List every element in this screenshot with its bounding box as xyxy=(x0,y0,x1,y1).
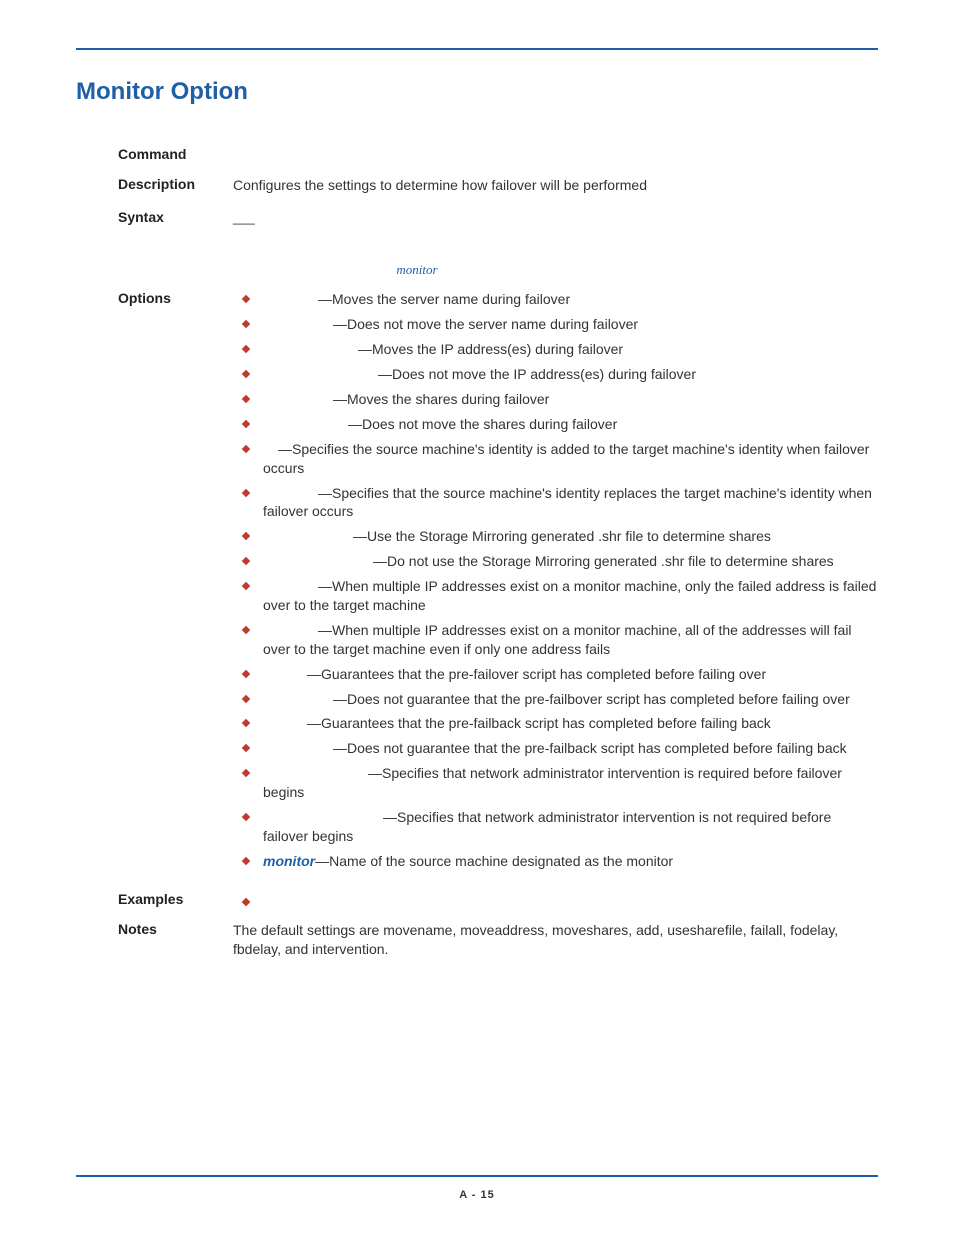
diamond-bullet-icon xyxy=(242,769,250,777)
diamond-bullet-icon xyxy=(242,445,250,453)
examples-value xyxy=(233,891,878,907)
options-list: —Moves the server name during failover —D… xyxy=(233,290,878,870)
option-item: —Does not move the shares during failove… xyxy=(233,415,878,434)
option-text: —Does not guarantee that the pre-failbov… xyxy=(263,690,878,709)
examples-label: Examples xyxy=(76,891,233,907)
option-text: —Moves the IP address(es) during failove… xyxy=(263,340,878,359)
description-value: Configures the settings to determine how… xyxy=(233,176,878,195)
option-text: —Use the Storage Mirroring generated .sh… xyxy=(263,527,878,546)
option-text: —Specifies that network administrator in… xyxy=(263,764,878,802)
description-label: Description xyxy=(76,176,233,195)
diamond-bullet-icon xyxy=(242,557,250,565)
option-item: —Specifies that network administrator in… xyxy=(233,808,878,846)
diamond-bullet-icon xyxy=(242,420,250,428)
diamond-bullet-icon xyxy=(242,320,250,328)
diamond-bullet-icon xyxy=(242,370,250,378)
options-label: Options xyxy=(76,290,233,876)
diamond-bullet-icon xyxy=(242,744,250,752)
option-text: —Guarantees that the pre-failback script… xyxy=(263,714,878,733)
top-rule xyxy=(76,48,878,50)
options-value: —Moves the server name during failover —D… xyxy=(233,290,878,876)
option-item: —Specifies the source machine's identity… xyxy=(233,440,878,478)
option-item: —Does not guarantee that the pre-failbov… xyxy=(233,690,878,709)
option-text: —Moves the server name during failover xyxy=(263,290,878,309)
examples-row: Examples xyxy=(76,891,878,907)
notes-value: The default settings are movename, movea… xyxy=(233,921,878,959)
option-text: —When multiple IP addresses exist on a m… xyxy=(263,577,878,615)
option-text: —Does not move the server name during fa… xyxy=(263,315,878,334)
option-text: —Specifies that network administrator in… xyxy=(263,808,878,846)
option-item: —Guarantees that the pre-failover script… xyxy=(233,665,878,684)
notes-label: Notes xyxy=(76,921,233,959)
diamond-bullet-icon xyxy=(242,582,250,590)
diamond-bullet-icon xyxy=(242,669,250,677)
option-item: —Do not use the Storage Mirroring genera… xyxy=(233,552,878,571)
option-item: —Does not move the server name during fa… xyxy=(233,315,878,334)
syntax-secondary: monitor xyxy=(76,262,878,278)
diamond-bullet-icon xyxy=(242,897,250,905)
option-item: —Moves the shares during failover xyxy=(233,390,878,409)
option-text: —When multiple IP addresses exist on a m… xyxy=(263,621,878,659)
option-text: —Specifies that the source machine's ide… xyxy=(263,484,878,522)
option-text: —Does not guarantee that the pre-failbac… xyxy=(263,739,878,758)
diamond-bullet-icon xyxy=(242,395,250,403)
syntax-row: Syntax ___ xyxy=(76,209,878,227)
option-prefix: monitor xyxy=(263,853,315,869)
diamond-bullet-icon xyxy=(242,532,250,540)
options-row: Options —Moves the server name during fa… xyxy=(76,290,878,876)
option-item: —Moves the server name during failover xyxy=(233,290,878,309)
diamond-bullet-icon xyxy=(242,813,250,821)
option-item: —Specifies that network administrator in… xyxy=(233,764,878,802)
option-text: —Guarantees that the pre-failover script… xyxy=(263,665,878,684)
diamond-bullet-icon xyxy=(242,719,250,727)
syntax-value: ___ xyxy=(233,209,878,227)
command-value xyxy=(233,146,878,162)
page-number: A - 15 xyxy=(0,1189,954,1201)
option-text: —Moves the shares during failover xyxy=(263,390,878,409)
syntax-label: Syntax xyxy=(76,209,233,227)
diamond-bullet-icon xyxy=(242,694,250,702)
option-item: —Specifies that the source machine's ide… xyxy=(233,484,878,522)
description-row: Description Configures the settings to d… xyxy=(76,176,878,195)
option-text: —Does not move the shares during failove… xyxy=(263,415,878,434)
diamond-bullet-icon xyxy=(242,626,250,634)
option-item: —When multiple IP addresses exist on a m… xyxy=(233,577,878,615)
diamond-bullet-icon xyxy=(242,488,250,496)
option-item: —When multiple IP addresses exist on a m… xyxy=(233,621,878,659)
option-item: —Moves the IP address(es) during failove… xyxy=(233,340,878,359)
page-title: Monitor Option xyxy=(76,78,878,106)
option-text: —Specifies the source machine's identity… xyxy=(263,440,878,478)
command-label: Command xyxy=(76,146,233,162)
notes-row: Notes The default settings are movename,… xyxy=(76,921,878,959)
diamond-bullet-icon xyxy=(242,345,250,353)
option-item: monitor—Name of the source machine desig… xyxy=(233,852,878,871)
option-text: —Name of the source machine designated a… xyxy=(315,853,673,869)
option-item: —Use the Storage Mirroring generated .sh… xyxy=(233,527,878,546)
diamond-bullet-icon xyxy=(242,857,250,865)
option-text: —Does not move the IP address(es) during… xyxy=(263,365,878,384)
diamond-bullet-icon xyxy=(242,295,250,303)
option-text: —Do not use the Storage Mirroring genera… xyxy=(263,552,878,571)
option-item: —Guarantees that the pre-failback script… xyxy=(233,714,878,733)
bottom-rule xyxy=(76,1175,878,1177)
command-row: Command xyxy=(76,146,878,162)
option-item: —Does not guarantee that the pre-failbac… xyxy=(233,739,878,758)
option-item: —Does not move the IP address(es) during… xyxy=(233,365,878,384)
